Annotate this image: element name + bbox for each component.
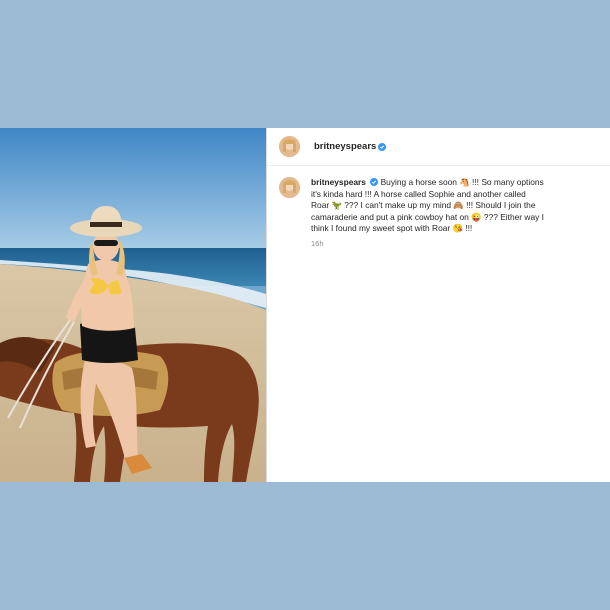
avatar-image <box>279 136 300 157</box>
caption-text-line: camaraderie and put a pink cowboy hat on… <box>311 211 544 222</box>
avatar-image <box>279 177 300 198</box>
horse-riding-photo <box>0 128 266 482</box>
header-username[interactable]: britneyspears <box>314 141 376 152</box>
verified-badge-icon <box>370 178 379 186</box>
caption-username[interactable]: britneyspears <box>311 177 366 187</box>
profile-avatar[interactable] <box>279 136 300 157</box>
caption-text-line: Roar 🦖 ??? I can't make up my mind 🙈 !!!… <box>311 200 536 211</box>
caption-avatar[interactable] <box>279 177 300 198</box>
caption-comment: britneyspears Buying a horse soon 🐴 !!! … <box>267 166 610 248</box>
post-header: britneyspears <box>267 128 610 166</box>
caption-text-line: it's kinda hard !!! A horse called Sophi… <box>311 188 526 199</box>
post-timestamp[interactable]: 16h <box>311 239 610 248</box>
caption-text-line: Buying a horse soon 🐴 !!! So many option… <box>380 177 544 187</box>
verified-badge-icon <box>378 142 387 151</box>
caption-text-line: think I found my sweet spot with Roar 😘 … <box>311 223 473 234</box>
post-photo[interactable] <box>0 128 266 482</box>
post-side-panel: britneyspears britneyspears Buying a hor… <box>266 128 610 482</box>
caption-line-1: britneyspears Buying a horse soon 🐴 !!! … <box>311 177 581 189</box>
caption-text: britneyspears Buying a horse soon 🐴 !!! … <box>311 177 581 235</box>
instagram-post-card: britneyspears britneyspears Buying a hor… <box>0 128 610 482</box>
